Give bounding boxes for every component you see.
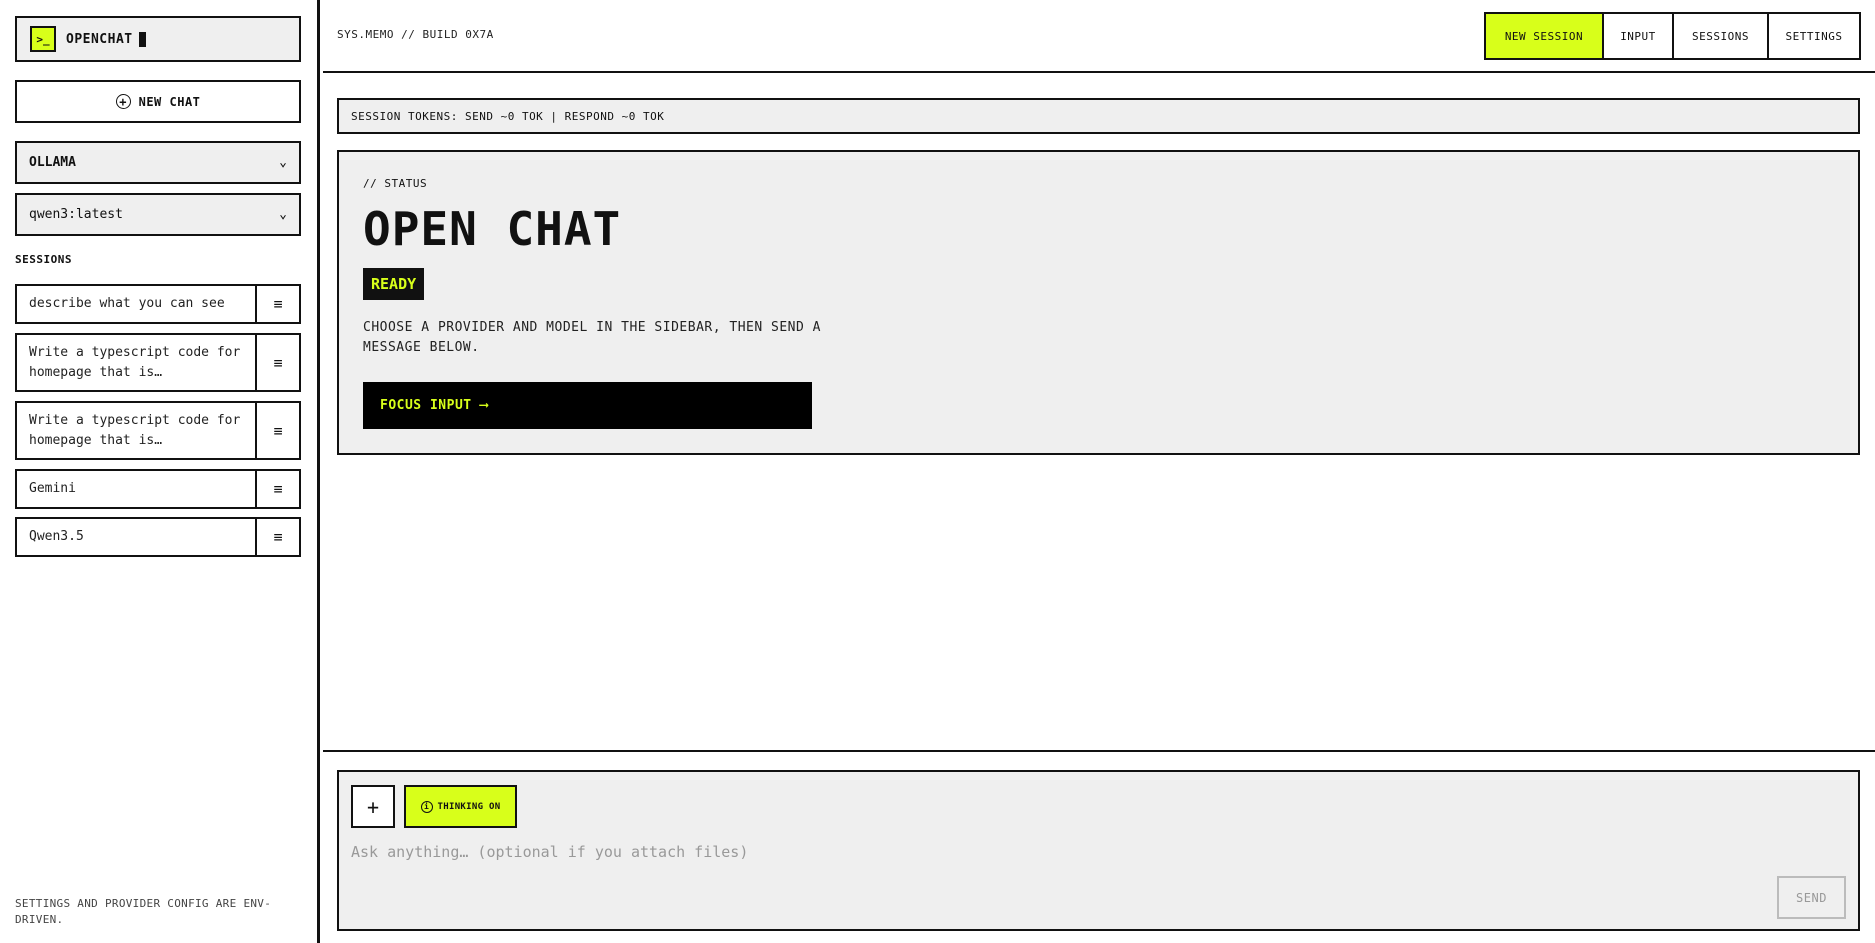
plus-circle-icon: + [115,94,131,109]
terminal-icon: >_ [30,26,56,52]
session-title[interactable]: describe what you can see [17,286,255,322]
thinking-label: THINKING ON [437,801,501,812]
menu-icon[interactable]: ≡ [255,335,299,390]
menu-icon[interactable]: ≡ [255,286,299,322]
brand-name: OPENCHAT [66,31,133,47]
main-area: SYS.MEMO // BUILD 0X7A NEW SESSION INPUT… [323,0,1875,943]
chevron-down-icon: ⌄ [279,155,287,170]
status-description: CHOOSE A PROVIDER AND MODEL IN THE SIDEB… [363,320,821,355]
input-tab[interactable]: INPUT [1602,14,1672,58]
composer: + i THINKING ON SEND [337,770,1860,931]
menu-icon[interactable]: ≡ [255,519,299,555]
sidebar: >_ OPENCHAT + NEW CHAT OLLAMA ⌄ qwen3:la… [0,0,320,943]
message-input[interactable] [351,840,1751,864]
session-title[interactable]: Write a typescript code for homepage tha… [17,403,255,458]
brand-header: >_ OPENCHAT [15,16,301,62]
new-chat-label: NEW CHAT [138,94,201,109]
sessions-heading: SESSIONS [15,253,72,266]
composer-area: + i THINKING ON SEND [323,750,1875,943]
session-title[interactable]: Gemini [17,471,255,507]
provider-value: OLLAMA [29,155,76,170]
session-item[interactable]: describe what you can see ≡ [15,284,301,324]
new-session-button[interactable]: NEW SESSION [1486,14,1602,58]
session-item[interactable]: Write a typescript code for homepage tha… [15,401,301,460]
sidebar-footer-note: SETTINGS AND PROVIDER CONFIG ARE ENV-DRI… [15,897,272,926]
session-title[interactable]: Write a typescript code for homepage tha… [17,335,255,390]
model-select[interactable]: qwen3:latest ⌄ [15,193,301,236]
top-nav: NEW SESSION INPUT SESSIONS SETTINGS [1484,12,1861,60]
brain-icon: i [420,800,433,813]
model-value: qwen3:latest [29,207,123,222]
settings-tab[interactable]: SETTINGS [1767,14,1859,58]
session-tokens-bar: SESSION TOKENS: SEND ~0 TOK | RESPOND ~0… [337,98,1860,134]
provider-select[interactable]: OLLAMA ⌄ [15,141,301,184]
build-label: SYS.MEMO // BUILD 0X7A [337,28,494,41]
cursor-block [138,31,146,47]
new-chat-button[interactable]: + NEW CHAT [15,80,301,123]
status-badge: READY [363,268,425,300]
focus-input-button[interactable]: FOCUS INPUT ⟶ [363,382,812,429]
status-card: // STATUS OPEN CHAT READY CHOOSE A PROVI… [337,150,1860,455]
attach-button[interactable]: + [351,785,395,828]
send-button[interactable]: SEND [1777,876,1846,919]
topbar: SYS.MEMO // BUILD 0X7A NEW SESSION INPUT… [323,0,1875,73]
status-tag: // STATUS [363,177,428,190]
chevron-down-icon: ⌄ [279,207,287,222]
page-title: OPEN CHAT [363,202,622,256]
session-item[interactable]: Write a typescript code for homepage tha… [15,333,301,392]
menu-icon[interactable]: ≡ [255,471,299,507]
session-title[interactable]: Qwen3.5 [17,519,255,555]
menu-icon[interactable]: ≡ [255,403,299,458]
session-item[interactable]: Qwen3.5 ≡ [15,517,301,557]
session-item[interactable]: Gemini ≡ [15,469,301,509]
thinking-toggle[interactable]: i THINKING ON [404,785,517,828]
sessions-tab[interactable]: SESSIONS [1672,14,1767,58]
